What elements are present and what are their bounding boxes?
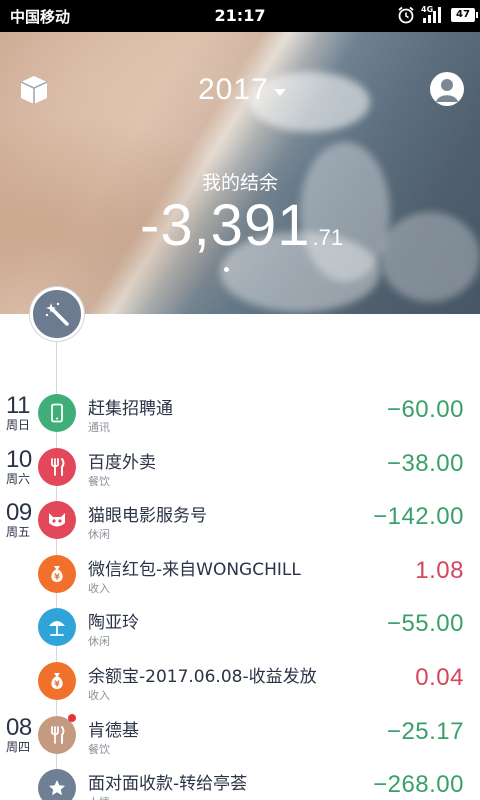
transaction-row[interactable]: 10 周六 百度外卖 餐饮 −38.00 (0, 448, 480, 502)
date-weekday: 周六 (6, 472, 31, 486)
transaction-row[interactable]: ¥ 微信红包-来自WONGCHILL 收入 1.08 (0, 555, 480, 609)
transaction-category: 餐饮 (88, 475, 110, 488)
wave-foam (380, 212, 480, 302)
transaction-category: 休闲 (88, 528, 110, 541)
transaction-row[interactable]: 09 周五 猫眼电影服务号 休闲 −142.00 (0, 501, 480, 555)
transaction-amount: −268.00 (373, 771, 464, 798)
cat-icon (38, 501, 76, 539)
date-weekday: 周日 (6, 418, 31, 432)
transaction-title: 面对面收款-转给亭荟 (88, 774, 248, 794)
transaction-amount: −60.00 (386, 396, 464, 423)
balance-main: -3,391 (140, 193, 311, 258)
page-indicator (224, 267, 229, 272)
transaction-category: 休闲 (88, 635, 110, 648)
transaction-amount: 0.04 (415, 664, 464, 691)
money-bag-icon: ¥ (38, 555, 76, 593)
star-icon (38, 769, 76, 800)
notification-dot (68, 714, 76, 722)
transaction-title: 赶集招聘通 (88, 399, 173, 419)
date-block: 09 周五 (6, 499, 36, 540)
svg-text:¥: ¥ (54, 680, 60, 689)
transaction-amount: −55.00 (386, 610, 464, 637)
fork-knife-icon (38, 448, 76, 486)
transaction-category: 收入 (88, 689, 110, 702)
cube-icon[interactable] (18, 74, 50, 106)
balance-label: 我的结余 (201, 172, 278, 194)
transaction-row[interactable]: 陶亚玲 休闲 −55.00 (0, 608, 480, 662)
phone-icon (38, 394, 76, 432)
transaction-row[interactable]: ¥ 余额宝-2017.06.08-收益发放 收入 0.04 (0, 662, 480, 716)
year-selector[interactable]: 2017 (198, 72, 286, 108)
transaction-title: 猫眼电影服务号 (88, 506, 207, 526)
alarm-icon (398, 6, 414, 24)
date-weekday: 周五 (6, 525, 31, 539)
date-day: 10 (6, 446, 32, 473)
transaction-title: 余额宝-2017.06.08-收益发放 (88, 667, 317, 687)
transaction-category: 餐饮 (88, 743, 110, 756)
magic-wand-button[interactable] (30, 287, 84, 341)
transaction-title: 微信红包-来自WONGCHILL (88, 560, 301, 580)
transaction-title: 肯德基 (88, 721, 139, 741)
date-weekday: 周四 (6, 740, 31, 754)
transaction-amount: 1.08 (415, 557, 464, 584)
transaction-amount: −38.00 (386, 450, 464, 477)
caret-down-icon (273, 88, 286, 96)
battery-icon: 47 (451, 8, 478, 22)
avatar-icon[interactable] (430, 72, 464, 106)
date-day: 09 (6, 499, 32, 526)
status-bar: 中国移动 21:17 4G 47 (0, 0, 480, 32)
transaction-category: 通讯 (88, 421, 110, 434)
transaction-category: 人情 (88, 794, 110, 800)
year-label: 2017 (198, 73, 269, 106)
transaction-title: 陶亚玲 (88, 613, 139, 633)
transaction-row[interactable]: 面对面收款-转给亭荟 人情 −268.00 (0, 769, 480, 800)
signal-icon (423, 7, 441, 23)
balance-amount: -3,391.71 (140, 192, 343, 259)
transaction-amount: −142.00 (373, 503, 464, 530)
transaction-amount: −25.17 (386, 718, 464, 745)
date-block: 11 周日 (6, 392, 36, 433)
beach-umbrella-icon (38, 608, 76, 646)
magic-wand-icon (45, 302, 69, 326)
date-block: 08 周四 (6, 714, 36, 755)
transaction-row[interactable]: 11 周日 赶集招聘通 通讯 −60.00 (0, 394, 480, 448)
balance-cents: .71 (312, 225, 344, 250)
transaction-row[interactable]: 08 周四 肯德基 餐饮 −25.17 (0, 714, 480, 770)
date-block: 10 周六 (6, 446, 36, 487)
money-bag-icon: ¥ (38, 662, 76, 700)
balance-header: 2017 我的结余 -3,391.71 (0, 32, 480, 314)
svg-text:¥: ¥ (54, 573, 60, 582)
transaction-title: 百度外卖 (88, 453, 156, 473)
date-day: 08 (6, 714, 32, 741)
date-day: 11 (6, 392, 30, 419)
transaction-category: 收入 (88, 582, 110, 595)
